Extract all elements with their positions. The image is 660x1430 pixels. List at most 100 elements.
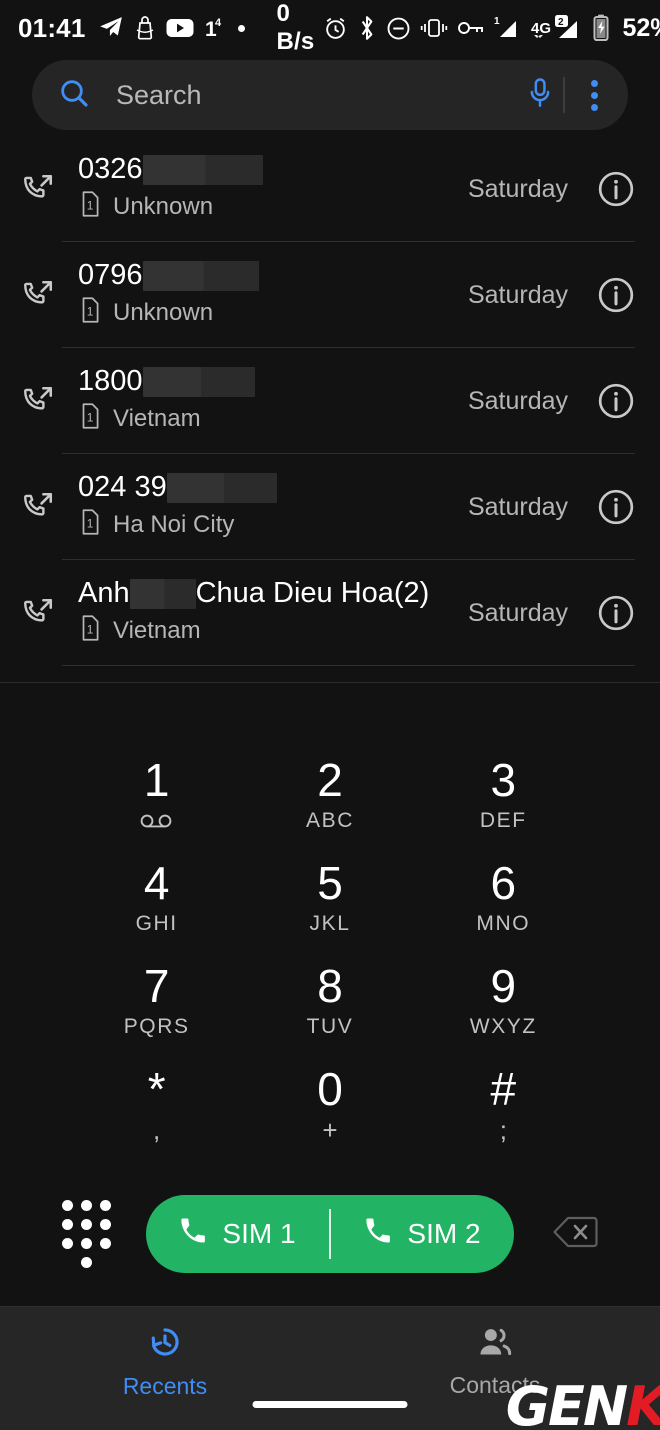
outgoing-call-icon xyxy=(14,596,62,630)
call-row-text: 1800 1 Vietnam xyxy=(62,366,468,435)
call-row-number: 024 39 xyxy=(78,471,468,504)
svg-text:2: 2 xyxy=(558,17,564,28)
sim1-label: SIM 1 xyxy=(222,1218,296,1249)
dialpad-key-hash[interactable]: #; xyxy=(417,1064,590,1167)
dialpad-key-letters: , xyxy=(153,1114,161,1145)
search-bar[interactable] xyxy=(32,60,628,130)
sim-indicator-icon: 1 xyxy=(78,403,102,436)
dialpad-key-letters: TUV xyxy=(306,1015,354,1038)
battery-percent-label: 52% xyxy=(622,13,660,42)
outgoing-call-icon xyxy=(14,384,62,418)
bluetooth-icon xyxy=(357,15,377,41)
call-details-icon[interactable] xyxy=(596,382,636,420)
call-log-row[interactable]: 024 39 1 Ha Noi City Saturday xyxy=(0,454,660,560)
redacted-block xyxy=(129,578,196,609)
backspace-icon[interactable] xyxy=(552,1215,598,1254)
dialpad-key-number: 0 xyxy=(317,1063,343,1115)
call-timestamp: Saturday xyxy=(467,386,568,415)
call-log-row[interactable]: Anh Chua Dieu Hoa(2) 1 Vietnam Saturday xyxy=(0,560,660,666)
dialpad-key-number: 4 xyxy=(143,857,170,909)
dialpad-key-star[interactable]: *, xyxy=(70,1064,243,1167)
dialpad-key-4[interactable]: 4 GHI xyxy=(70,858,243,961)
redacted-block xyxy=(142,154,263,185)
status-bar: 01:41 1 4 0 B/s 1 4G 2 52 xyxy=(0,0,660,56)
call-number-suffix: Chua Dieu Hoa(2) xyxy=(195,577,430,610)
call-row-subtitle: 1 Vietnam xyxy=(78,403,468,436)
dialpad-row: 7 PQRS 8 TUV 9 WXYZ xyxy=(70,961,590,1064)
dialpad-key-letters: PQRS xyxy=(123,1015,190,1038)
call-row-text: 0796 1 Unknown xyxy=(62,260,468,329)
outgoing-call-icon xyxy=(14,278,62,312)
dialpad-key-1[interactable]: 1 xyxy=(70,755,243,858)
svg-text:1: 1 xyxy=(87,622,94,636)
phone-app-screen: 01:41 1 4 0 B/s 1 4G 2 52 Search 0326 1 … xyxy=(0,0,660,1430)
svg-text:1: 1 xyxy=(87,198,94,212)
dialpad-key-0[interactable]: 0 + xyxy=(243,1064,416,1167)
dialpad-key-6[interactable]: 6 MNO xyxy=(417,858,590,961)
bottom-navigation: Recents Contacts GENK xyxy=(0,1306,660,1430)
dialpad-key-number: # xyxy=(490,1063,517,1115)
call-row-number: 0796 xyxy=(78,260,468,291)
call-row-number: 0326 xyxy=(78,154,468,185)
phone-icon xyxy=(178,1216,208,1253)
call-row-text: Anh Chua Dieu Hoa(2) 1 Vietnam xyxy=(62,578,468,647)
alarm-icon xyxy=(323,16,348,41)
nav-item-recents[interactable]: Recents xyxy=(0,1307,330,1430)
search-bar-container xyxy=(0,56,660,130)
redacted-block xyxy=(142,366,255,397)
history-icon xyxy=(147,1324,183,1365)
sim-indicator-icon: 1 xyxy=(78,615,102,648)
dialpad-key-number: 9 xyxy=(490,960,517,1012)
nav-label-contacts: Contacts xyxy=(449,1371,541,1398)
dialpad-key-number: 2 xyxy=(317,754,343,806)
call-row-text: 024 39 1 Ha Noi City xyxy=(62,472,468,541)
dialpad-key-letters: + xyxy=(322,1114,338,1145)
call-details-icon[interactable] xyxy=(596,170,636,208)
call-number-prefix: 024 39 xyxy=(78,471,167,504)
home-indicator[interactable] xyxy=(252,1401,408,1408)
call-location-label: Ha Noi City xyxy=(113,511,235,539)
call-details-icon[interactable] xyxy=(596,488,636,526)
data-rate-label: 0 B/s xyxy=(276,0,315,55)
call-row-subtitle: 1 Unknown xyxy=(78,191,468,224)
more-options-icon[interactable] xyxy=(583,76,606,115)
call-row-number: 1800 xyxy=(78,366,468,397)
dialpad-key-8[interactable]: 8 TUV xyxy=(243,961,416,1064)
signal-sim1-icon: 1 xyxy=(494,15,522,41)
call-log-row[interactable]: 0796 1 Unknown Saturday xyxy=(0,242,660,348)
vibrate-icon xyxy=(420,16,448,40)
sim2-label: SIM 2 xyxy=(407,1218,481,1249)
call-log-row[interactable]: 1800 1 Vietnam Saturday xyxy=(0,348,660,454)
signal-sim2-icon: 4G 2 xyxy=(531,15,583,41)
phone-icon xyxy=(363,1216,393,1253)
dialpad-key-2[interactable]: 2 ABC xyxy=(243,755,416,858)
dialpad-key-number: 3 xyxy=(490,754,517,806)
search-icon xyxy=(58,77,90,114)
redacted-block xyxy=(166,472,277,503)
dialpad-key-number: 7 xyxy=(143,960,170,1012)
nav-item-contacts[interactable]: Contacts xyxy=(330,1307,660,1430)
bag-icon xyxy=(133,15,157,41)
dialpad-key-letters: ; xyxy=(499,1114,507,1145)
svg-text:1: 1 xyxy=(87,304,94,318)
call-location-label: Unknown xyxy=(113,193,214,221)
call-sim2-button[interactable]: SIM 2 xyxy=(331,1216,514,1253)
call-location-label: Vietnam xyxy=(113,617,201,645)
vpn-key-icon xyxy=(457,18,485,38)
call-details-icon[interactable] xyxy=(596,594,636,632)
dialpad-key-3[interactable]: 3 DEF xyxy=(417,755,590,858)
call-sim1-button[interactable]: SIM 1 xyxy=(146,1216,329,1253)
search-input[interactable] xyxy=(90,79,525,111)
dialpad-key-7[interactable]: 7 PQRS xyxy=(70,961,243,1064)
call-row-subtitle: 1 Ha Noi City xyxy=(78,509,468,542)
microphone-icon[interactable] xyxy=(525,77,555,114)
dialpad-key-5[interactable]: 5 JKL xyxy=(243,858,416,961)
call-location-label: Vietnam xyxy=(113,405,201,433)
dialpad-grid-icon[interactable] xyxy=(62,1200,111,1268)
call-details-icon[interactable] xyxy=(596,276,636,314)
call-timestamp: Saturday xyxy=(467,280,568,309)
call-log-row[interactable]: 0326 1 Unknown Saturday xyxy=(0,136,660,242)
dialpad-key-letters: DEF xyxy=(479,809,527,832)
contacts-icon xyxy=(477,1325,513,1364)
dialpad-key-9[interactable]: 9 WXYZ xyxy=(417,961,590,1064)
